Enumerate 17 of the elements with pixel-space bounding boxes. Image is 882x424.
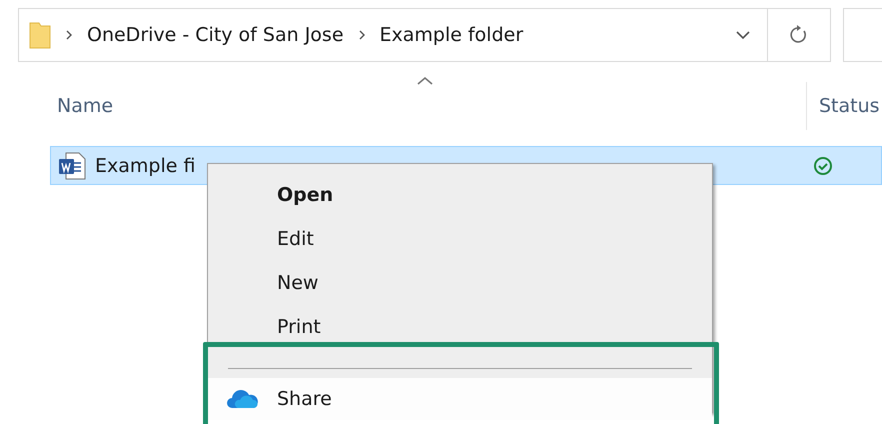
menu-item[interactable]: Print (208, 305, 712, 349)
folder-icon (29, 21, 51, 49)
address-bar[interactable]: OneDrive - City of San Jose Example folder (18, 8, 831, 62)
column-header[interactable]: Status (806, 82, 880, 130)
column-header[interactable]: Name (57, 82, 806, 130)
cloud-icon (226, 389, 260, 409)
menu-item[interactable]: New (208, 261, 712, 305)
menu-item[interactable]: Edit (208, 217, 712, 261)
chevron-icon (358, 29, 366, 41)
breadcrumb[interactable]: OneDrive - City of San Jose (87, 24, 344, 46)
search-field[interactable] (842, 8, 882, 62)
chevron-icon (65, 29, 73, 41)
menu-item[interactable]: Open (208, 173, 712, 217)
file-name: Example fi (95, 154, 196, 176)
document-icon (57, 150, 87, 180)
chevron-down-icon (734, 30, 751, 40)
breadcrumb[interactable]: Example folder (380, 24, 524, 46)
